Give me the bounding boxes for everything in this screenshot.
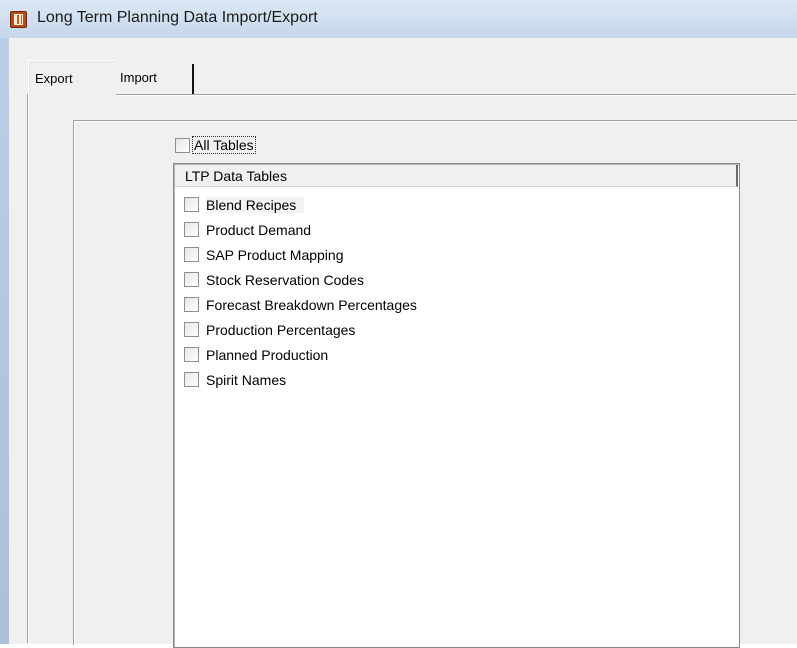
list-item-production-percentages[interactable]: Production Percentages: [184, 317, 417, 342]
item-label: Stock Reservation Codes: [206, 271, 364, 288]
list-items: Blend Recipes Product Demand SAP Product…: [184, 192, 417, 392]
item-checkbox[interactable]: [184, 297, 199, 312]
list-item-sap-product-mapping[interactable]: SAP Product Mapping: [184, 242, 417, 267]
title-bar[interactable]: Long Term Planning Data Import/Export: [0, 0, 797, 38]
tab-import[interactable]: Import: [114, 64, 194, 96]
item-label: Product Demand: [206, 221, 312, 238]
list-item-product-demand[interactable]: Product Demand: [184, 217, 417, 242]
item-label: Forecast Breakdown Percentages: [206, 296, 417, 313]
item-label: Spirit Names: [206, 371, 287, 388]
all-tables-checkbox[interactable]: All Tables: [175, 135, 256, 155]
item-checkbox[interactable]: [184, 247, 199, 262]
list-item-forecast-breakdown-percentages[interactable]: Forecast Breakdown Percentages: [184, 292, 417, 317]
list-item-spirit-names[interactable]: Spirit Names: [184, 367, 417, 392]
item-label: SAP Product Mapping: [206, 246, 344, 263]
all-tables-label[interactable]: All Tables: [192, 136, 256, 154]
item-label: Production Percentages: [206, 321, 356, 338]
window-frame-left: [0, 38, 9, 644]
item-checkbox[interactable]: [184, 347, 199, 362]
item-checkbox[interactable]: [184, 197, 199, 212]
export-tab-panel: All Tables LTP Data Tables Blend Recipes…: [28, 95, 797, 648]
item-checkbox[interactable]: [184, 322, 199, 337]
list-column-header[interactable]: LTP Data Tables: [175, 165, 738, 187]
window-title: Long Term Planning Data Import/Export: [37, 9, 318, 26]
all-tables-checkbox-box[interactable]: [175, 137, 190, 153]
export-group-box: All Tables LTP Data Tables Blend Recipes…: [73, 120, 797, 648]
app-window: Long Term Planning Data Import/Export Ex…: [0, 0, 797, 648]
item-label: Planned Production: [206, 346, 329, 363]
item-checkbox[interactable]: [184, 372, 199, 387]
list-item-stock-reservation-codes[interactable]: Stock Reservation Codes: [184, 267, 417, 292]
client-area: Export Import All Tables LTP Data Tables…: [9, 38, 797, 648]
item-label: Blend Recipes: [206, 196, 305, 213]
item-checkbox[interactable]: [184, 222, 199, 237]
list-item-planned-production[interactable]: Planned Production: [184, 342, 417, 367]
tab-export[interactable]: Export: [28, 60, 116, 96]
list-item-blend-recipes[interactable]: Blend Recipes: [184, 192, 417, 217]
app-icon[interactable]: [10, 11, 27, 28]
item-checkbox[interactable]: [184, 272, 199, 287]
ltp-data-tables-list[interactable]: LTP Data Tables Blend Recipes Product De…: [173, 163, 740, 648]
